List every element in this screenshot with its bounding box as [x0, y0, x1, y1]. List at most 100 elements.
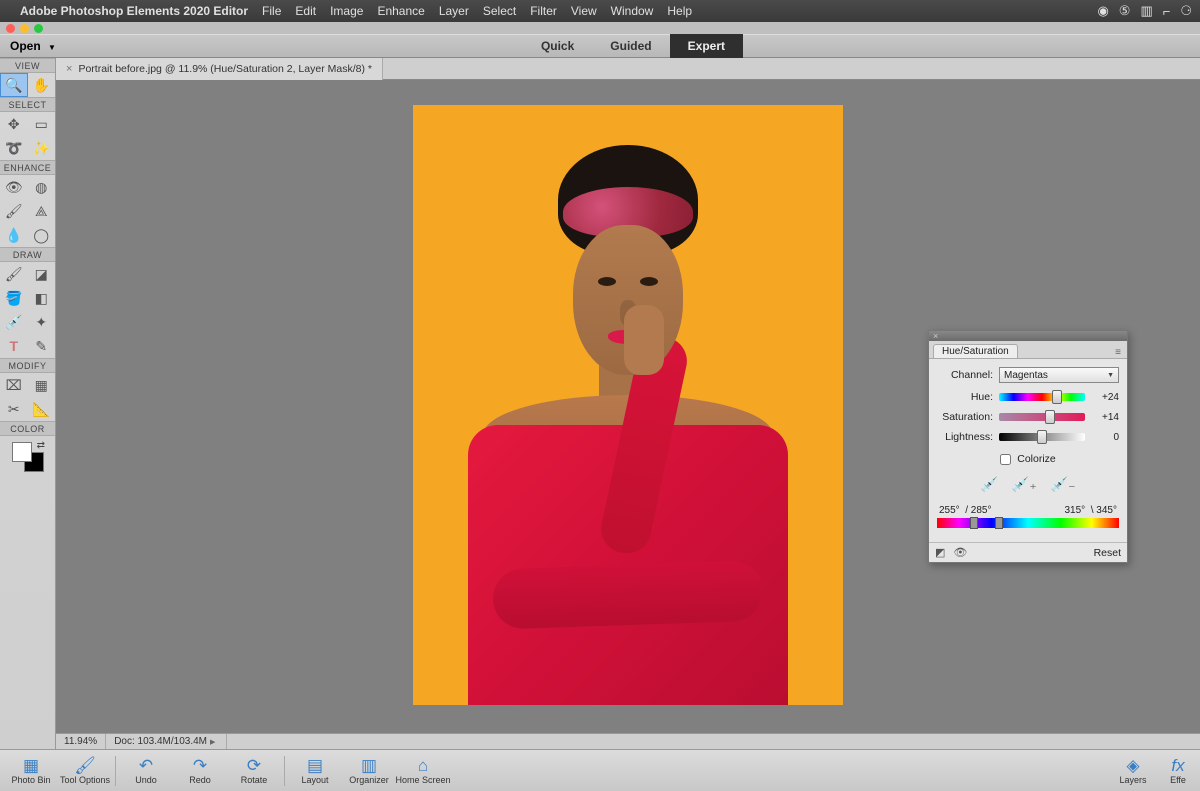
effects-panel-button[interactable]: fxEffe — [1160, 752, 1196, 790]
lightness-slider[interactable] — [999, 433, 1085, 441]
eyedropper-add-icon[interactable]: 💉₊ — [1012, 476, 1037, 493]
colorize-checkbox[interactable] — [1000, 454, 1011, 465]
display-icon[interactable]: ⌐ — [1163, 4, 1171, 19]
menu-view[interactable]: View — [571, 4, 597, 18]
menu-help[interactable]: Help — [667, 4, 692, 18]
tool-gradient[interactable]: ◧ — [28, 286, 56, 310]
mode-expert[interactable]: Expert — [670, 34, 743, 58]
menu-enhance[interactable]: Enhance — [377, 4, 424, 18]
menu-layer[interactable]: Layer — [439, 4, 469, 18]
tool-sponge[interactable]: ◯ — [28, 223, 56, 247]
menu-image[interactable]: Image — [330, 4, 363, 18]
panel-menu-icon[interactable]: ≡ — [1115, 347, 1121, 358]
channel-select[interactable]: Magentas ▼ — [999, 367, 1119, 383]
layers-panel-button[interactable]: ◈Layers — [1106, 752, 1160, 790]
tool-type[interactable]: T — [0, 334, 28, 358]
organizer-button[interactable]: ▥Organizer — [342, 752, 396, 790]
tool-paint-bucket[interactable]: 🪣 — [0, 286, 28, 310]
tool-eraser[interactable]: ◪ — [28, 262, 56, 286]
tool-options-button[interactable]: 🖌Tool Options — [58, 752, 112, 790]
tool-redeye[interactable]: 👁 — [0, 175, 28, 199]
reset-button[interactable]: Reset — [1094, 547, 1121, 559]
tool-brush[interactable]: 🖌 — [0, 262, 28, 286]
home-screen-button[interactable]: ⌂Home Screen — [396, 752, 450, 790]
bottom-bar: ▦Photo Bin 🖌Tool Options ↶Undo ↷Redo ⟳Ro… — [0, 749, 1200, 791]
tool-pencil[interactable]: ✎ — [28, 334, 56, 358]
photo-bin-button[interactable]: ▦Photo Bin — [4, 752, 58, 790]
channel-value: Magentas — [1004, 370, 1048, 381]
rotate-button[interactable]: ⟳Rotate — [227, 752, 281, 790]
tool-zoom[interactable]: 🔍 — [0, 73, 28, 97]
tool-marquee[interactable]: ▭ — [28, 112, 56, 136]
toolbox-section-enhance: ENHANCE — [0, 160, 55, 175]
color-range-strip[interactable] — [937, 518, 1119, 528]
tool-recompose[interactable]: ▦ — [28, 373, 56, 397]
chevron-down-icon: ▼ — [1107, 372, 1114, 379]
range-r2: \ 345° — [1091, 505, 1117, 516]
document-tab[interactable]: × Portrait before.jpg @ 11.9% (Hue/Satur… — [56, 58, 383, 80]
menu-edit[interactable]: Edit — [295, 4, 316, 18]
mode-bar: Open ▼ Quick Guided Expert — [0, 34, 1200, 58]
tool-eyedropper[interactable]: 💉 — [0, 310, 28, 334]
tool-content-move[interactable]: ✂ — [0, 397, 28, 421]
toolbox-section-draw: DRAW — [0, 247, 55, 262]
tool-magic-wand[interactable]: ✨ — [28, 136, 56, 160]
tool-straighten[interactable]: 📐 — [28, 397, 56, 421]
app-name: Adobe Photoshop Elements 2020 Editor — [20, 4, 248, 18]
wifi-icon[interactable]: ⚆ — [1180, 3, 1192, 19]
hue-saturation-panel: × Hue/Saturation ≡ Channel: Magentas ▼ — [928, 330, 1128, 563]
tool-move[interactable]: ✥ — [0, 112, 28, 136]
tool-spot-heal[interactable]: ◍ — [28, 175, 56, 199]
clip-to-layer-icon[interactable]: ◩ — [935, 546, 945, 559]
saturation-slider[interactable] — [999, 413, 1085, 421]
menu-window[interactable]: Window — [611, 4, 654, 18]
lightness-value: 0 — [1091, 432, 1119, 443]
window-controls — [0, 22, 1200, 34]
eyedropper-icon[interactable]: 💉 — [980, 476, 997, 493]
panel-titlebar[interactable]: × — [929, 331, 1127, 341]
mode-guided[interactable]: Guided — [592, 34, 669, 58]
range-r1: 315° — [1065, 505, 1086, 516]
close-tab-icon[interactable]: × — [66, 63, 72, 75]
window-minimize-button[interactable] — [20, 24, 29, 33]
open-menu-button[interactable]: Open ▼ — [0, 39, 66, 53]
panel-close-icon[interactable]: × — [933, 331, 938, 341]
saturation-value: +14 — [1091, 412, 1119, 423]
zoom-readout[interactable]: 11.94% — [56, 734, 106, 749]
toggle-visibility-icon[interactable]: 👁 — [953, 546, 967, 559]
document-tab-bar: × Portrait before.jpg @ 11.9% (Hue/Satur… — [56, 58, 1200, 80]
swap-colors-icon[interactable]: ⇄ — [37, 440, 45, 451]
hue-slider[interactable] — [999, 393, 1085, 401]
foreground-color-swatch[interactable] — [12, 442, 32, 462]
window-zoom-button[interactable] — [34, 24, 43, 33]
tool-lasso[interactable]: ➰ — [0, 136, 28, 160]
status-bar: 11.94% Doc: 103.4M/103.4M ▶ — [56, 733, 1200, 749]
toolbox-section-color: COLOR — [0, 421, 55, 436]
menu-filter[interactable]: Filter — [530, 4, 557, 18]
menu-file[interactable]: File — [262, 4, 281, 18]
hue-value: +24 — [1091, 392, 1119, 403]
tool-blur[interactable]: 💧 — [0, 223, 28, 247]
tool-smart-brush[interactable]: 🖌 — [0, 199, 28, 223]
tool-crop[interactable]: ⌧ — [0, 373, 28, 397]
tool-hand[interactable]: ✋ — [28, 73, 56, 97]
mode-quick[interactable]: Quick — [523, 34, 592, 58]
window-close-button[interactable] — [6, 24, 15, 33]
sys-icon-2[interactable]: ⑤ — [1119, 3, 1131, 19]
undo-button[interactable]: ↶Undo — [119, 752, 173, 790]
panel-tab[interactable]: Hue/Saturation — [933, 344, 1018, 358]
chevron-right-icon: ▶ — [210, 738, 215, 746]
color-well[interactable]: ⇄ — [10, 440, 45, 476]
doc-size-readout[interactable]: Doc: 103.4M/103.4M ▶ — [106, 734, 227, 749]
tool-shape[interactable]: ✦ — [28, 310, 56, 334]
tool-clone[interactable]: ⟁ — [28, 199, 56, 223]
battery-icon[interactable]: ▥ — [1140, 3, 1152, 19]
document-tab-title: Portrait before.jpg @ 11.9% (Hue/Saturat… — [78, 63, 372, 75]
layout-button[interactable]: ▤Layout — [288, 752, 342, 790]
cc-status-icon[interactable]: ◉ — [1097, 3, 1108, 19]
canvas[interactable]: × Hue/Saturation ≡ Channel: Magentas ▼ — [56, 80, 1200, 733]
eyedropper-subtract-icon[interactable]: 💉₋ — [1051, 476, 1076, 493]
redo-button[interactable]: ↷Redo — [173, 752, 227, 790]
menu-select[interactable]: Select — [483, 4, 516, 18]
channel-label: Channel: — [937, 369, 993, 381]
